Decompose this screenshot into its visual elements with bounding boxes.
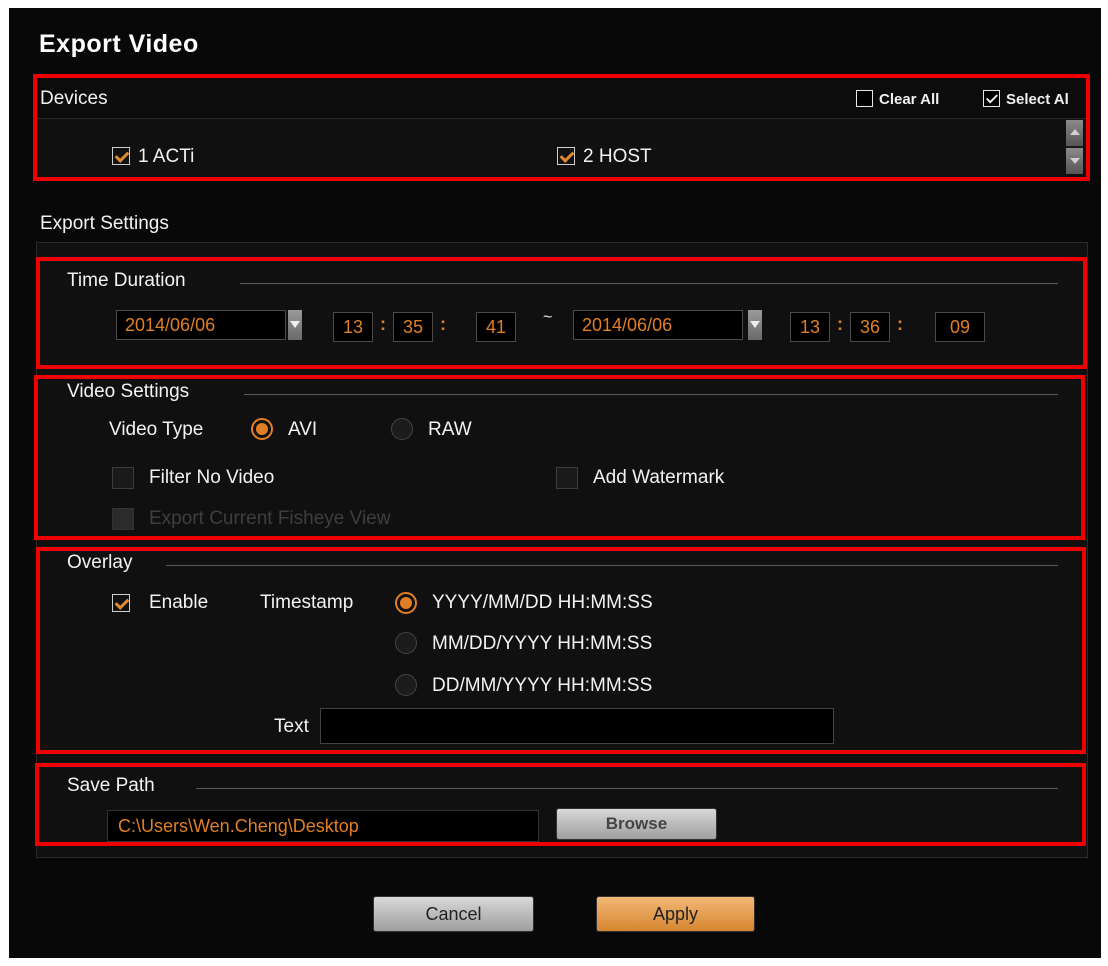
overlay-divider [166, 565, 1058, 566]
device-label-2: 2 HOST [583, 146, 652, 167]
timestamp-format-radio-3[interactable] [395, 674, 417, 696]
overlay-label: Overlay [67, 552, 133, 573]
end-date-dropdown-icon[interactable] [748, 310, 762, 340]
overlay-enable-label: Enable [149, 592, 209, 613]
fisheye-label: Export Current Fisheye View [149, 508, 391, 529]
device-checkbox-2[interactable] [557, 147, 575, 165]
video-type-label: Video Type [109, 419, 204, 440]
filter-no-video-label: Filter No Video [149, 467, 275, 488]
video-settings-label: Video Settings [67, 381, 190, 402]
filter-no-video-checkbox[interactable] [112, 467, 134, 489]
select-all-checkbox[interactable] [983, 90, 1000, 107]
raw-label: RAW [428, 419, 472, 440]
start-minute-field[interactable]: 35 [393, 312, 433, 342]
colon: : [440, 314, 446, 334]
save-path-label: Save Path [67, 775, 155, 796]
timestamp-format-label-1: YYYY/MM/DD HH:MM:SS [432, 592, 653, 613]
timestamp-format-radio-2[interactable] [395, 632, 417, 654]
devices-scrollbar[interactable] [1066, 120, 1083, 174]
avi-label: AVI [288, 419, 318, 440]
fisheye-checkbox[interactable] [112, 508, 134, 530]
save-path-divider [196, 788, 1058, 789]
add-watermark-label: Add Watermark [593, 467, 725, 488]
end-hour-field[interactable]: 13 [790, 312, 830, 342]
colon: : [837, 314, 843, 334]
overlay-text-label: Text [274, 716, 309, 737]
end-second-field[interactable]: 09 [935, 312, 985, 342]
apply-button[interactable]: Apply [596, 896, 755, 932]
timestamp-format-label-2: MM/DD/YYYY HH:MM:SS [432, 633, 653, 654]
device-checkbox-1[interactable] [112, 147, 130, 165]
dialog-title: Export Video [39, 30, 199, 58]
time-duration-divider [240, 283, 1058, 284]
timestamp-format-radio-1[interactable] [395, 592, 417, 614]
timestamp-label: Timestamp [260, 592, 354, 613]
clear-all-checkbox[interactable] [856, 90, 873, 107]
start-date-dropdown-icon[interactable] [288, 310, 302, 340]
export-settings-label: Export Settings [40, 213, 169, 234]
overlay-text-input[interactable] [320, 708, 834, 744]
devices-label: Devices [40, 88, 108, 109]
browse-button[interactable]: Browse [556, 808, 717, 840]
start-date-field[interactable]: 2014/06/06 [116, 310, 286, 340]
end-date-field[interactable]: 2014/06/06 [573, 310, 743, 340]
timestamp-format-label-3: DD/MM/YYYY HH:MM:SS [432, 675, 653, 696]
scroll-up-icon[interactable] [1066, 120, 1083, 146]
raw-radio[interactable] [391, 418, 413, 440]
add-watermark-checkbox[interactable] [556, 467, 578, 489]
avi-radio[interactable] [251, 418, 273, 440]
start-second-field[interactable]: 41 [476, 312, 516, 342]
scroll-down-icon[interactable] [1066, 148, 1083, 174]
colon: : [380, 314, 386, 334]
device-label-1: 1 ACTi [138, 146, 195, 167]
colon: : [897, 314, 903, 334]
overlay-enable-checkbox[interactable] [112, 594, 130, 612]
clear-all-label[interactable]: Clear All [879, 91, 939, 108]
range-separator: ~ [543, 309, 553, 326]
save-path-field[interactable]: C:\Users\Wen.Cheng\Desktop [107, 810, 539, 842]
select-all-label[interactable]: Select Al [1006, 91, 1069, 108]
video-settings-divider [244, 394, 1058, 395]
cancel-button[interactable]: Cancel [373, 896, 534, 932]
start-hour-field[interactable]: 13 [333, 312, 373, 342]
time-duration-label: Time Duration [67, 270, 186, 291]
end-minute-field[interactable]: 36 [850, 312, 890, 342]
